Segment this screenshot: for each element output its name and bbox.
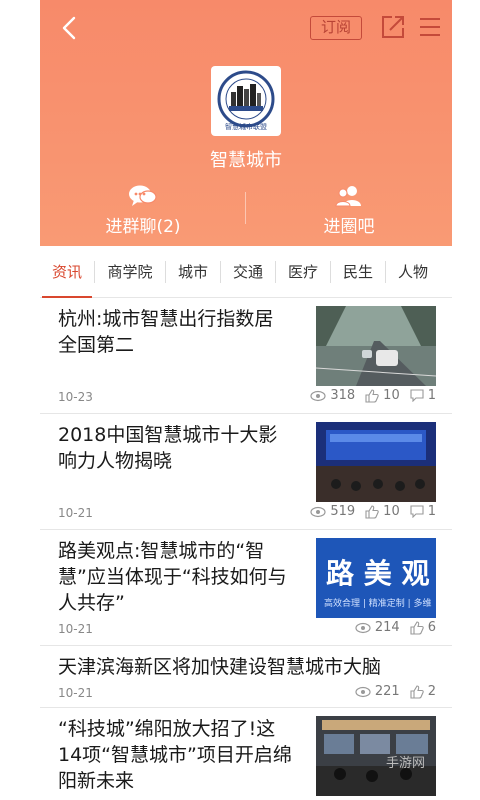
view-count: 221 [374, 684, 400, 699]
group-logo: 智慧城市联盟 [211, 66, 281, 136]
article-item[interactable]: 杭州:城市智慧出行指数居 全国第二 10-23 318 10 1 [40, 298, 452, 414]
eye-icon [355, 622, 371, 633]
thumbnail-banner-text: 路 美 观 [326, 557, 430, 590]
actions-divider [245, 192, 246, 224]
article-title: 路美观点:智慧城市的“智 慧”应当体现于“科技如何与 人共存” [58, 540, 287, 614]
article-thumbnail [316, 306, 436, 386]
group-people-icon [335, 186, 361, 207]
share-icon[interactable] [380, 14, 406, 40]
article-stats: 214 6 [355, 620, 436, 635]
tab-city[interactable]: 城市 [166, 246, 220, 298]
article-thumbnail: 路 美 观 高效合理 | 精准定制 | 多维 [316, 538, 436, 618]
like-count: 10 [383, 504, 400, 519]
article-title: 杭州:城市智慧出行指数居 全国第二 [58, 308, 274, 356]
article-item[interactable]: 天津滨海新区将加快建设智慧城市大脑 10-21 221 2 [40, 646, 452, 708]
group-title: 智慧城市 [210, 150, 282, 171]
tab-livelihood[interactable]: 民生 [331, 246, 385, 298]
join-chat-button[interactable]: 进群聊(2) [40, 180, 246, 240]
watermark-text: 手游网 [386, 756, 426, 771]
article-title: “科技城”绵阳放大招了!这 14项“智慧城市”项目开启绵 阳新未来 [58, 718, 292, 792]
article-date: 10-23 [58, 390, 93, 404]
group-header: 订阅 智慧城市联盟 智慧城市 进群聊(2) 进圈吧 [40, 0, 452, 246]
view-count: 318 [330, 388, 356, 403]
header-actions: 进群聊(2) 进圈吧 [40, 180, 452, 240]
thumbs-up-icon[interactable] [365, 388, 379, 403]
view-count: 519 [330, 504, 356, 519]
article-title: 天津滨海新区将加快建设智慧城市大脑 [58, 656, 382, 678]
eye-icon [310, 390, 326, 401]
article-list: 杭州:城市智慧出行指数居 全国第二 10-23 318 10 1 2018中国智… [40, 298, 452, 800]
like-count: 10 [383, 388, 400, 403]
article-date: 10-21 [58, 506, 93, 520]
join-chat-label: 进群聊(2) [105, 217, 181, 237]
join-circle-button[interactable]: 进圈吧 [246, 180, 452, 240]
comment-count: 1 [427, 388, 436, 403]
tab-transport[interactable]: 交通 [221, 246, 275, 298]
tab-business-school[interactable]: 商学院 [95, 246, 165, 298]
tab-people[interactable]: 人物 [386, 246, 440, 298]
like-count: 6 [427, 620, 436, 635]
like-count: 2 [427, 684, 436, 699]
article-date: 10-21 [58, 622, 93, 636]
tab-news[interactable]: 资讯 [40, 246, 94, 298]
category-tabs: 资讯 商学院 城市 交通 医疗 民生 人物 [40, 246, 452, 298]
article-item[interactable]: 2018中国智慧城市十大影 响力人物揭晓 10-21 519 10 1 [40, 414, 452, 530]
view-count: 214 [374, 620, 400, 635]
article-item[interactable]: 路美观点:智慧城市的“智 慧”应当体现于“科技如何与 人共存” 10-21 路 … [40, 530, 452, 646]
logo-caption: 智慧城市联盟 [225, 123, 267, 131]
menu-icon[interactable] [418, 16, 442, 38]
subscribe-button[interactable]: 订阅 [310, 16, 362, 40]
article-stats: 519 10 1 [310, 504, 436, 519]
comment-count: 1 [427, 504, 436, 519]
thumbs-up-icon[interactable] [410, 684, 424, 699]
app-frame: 订阅 智慧城市联盟 智慧城市 进群聊(2) 进圈吧 资讯 商学院 城市 交通 医… [40, 0, 452, 800]
comment-icon[interactable] [410, 389, 424, 402]
article-title: 2018中国智慧城市十大影 响力人物揭晓 [58, 424, 278, 472]
join-circle-label: 进圈吧 [323, 217, 375, 237]
comment-icon[interactable] [410, 505, 424, 518]
article-stats: 221 2 [355, 684, 436, 699]
thumbnail-banner-subtext: 高效合理 | 精准定制 | 多维 [324, 599, 432, 609]
chat-bubble-icon [129, 185, 157, 206]
article-date: 10-21 [58, 686, 93, 700]
thumbs-up-icon[interactable] [365, 504, 379, 519]
eye-icon [355, 686, 371, 697]
tab-medical[interactable]: 医疗 [276, 246, 330, 298]
eye-icon [310, 506, 326, 517]
thumbs-up-icon[interactable] [410, 620, 424, 635]
back-icon[interactable] [56, 14, 84, 42]
article-stats: 318 10 1 [310, 388, 436, 403]
article-thumbnail [316, 422, 436, 502]
